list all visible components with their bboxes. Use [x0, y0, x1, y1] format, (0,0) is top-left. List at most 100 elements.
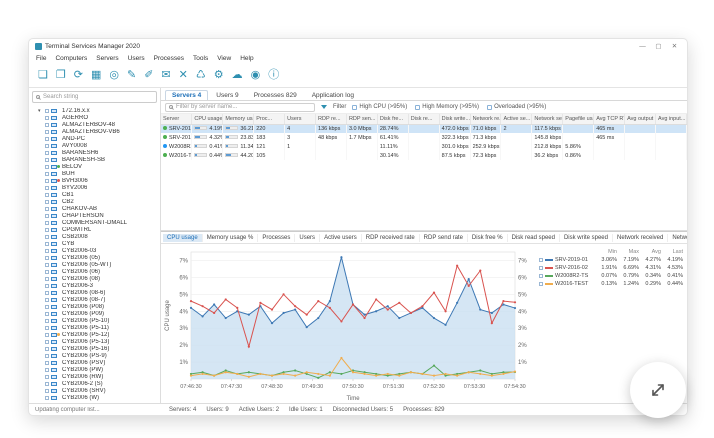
tab[interactable]: Processes 829 [247, 90, 304, 100]
expand-button[interactable] [630, 362, 686, 418]
checkbox-icon[interactable] [45, 269, 49, 274]
tree-item[interactable]: BARANESH6 [38, 149, 160, 156]
server-filter-input[interactable]: Filter by server name... [165, 102, 315, 112]
tab[interactable]: Servers 4 [165, 90, 209, 100]
remote-desktop-icon[interactable]: ▦ [91, 70, 101, 81]
tree-item[interactable]: BUH [38, 170, 160, 177]
checkbox-icon[interactable] [45, 171, 49, 176]
checkbox-icon[interactable] [45, 311, 49, 316]
checkbox-icon[interactable] [45, 332, 49, 337]
column-header[interactable]: Disk write... [439, 114, 471, 125]
checkbox-icon[interactable] [45, 290, 49, 295]
cloud-icon[interactable]: ☁ [232, 70, 243, 81]
legend-checkbox[interactable] [539, 266, 543, 270]
checkbox-icon[interactable] [45, 199, 49, 204]
checkbox-icon[interactable] [45, 395, 49, 400]
tree-item[interactable]: CYB2006 (PS-9) [38, 352, 160, 359]
expander-icon[interactable]: ▾ [38, 108, 43, 114]
menu-item[interactable]: Processes [154, 55, 184, 62]
menu-item[interactable]: Help [240, 55, 253, 62]
tree-item[interactable]: AVY0008 [38, 142, 160, 149]
chart-tab[interactable]: CPU usage [163, 233, 203, 242]
add-computer-icon[interactable]: ❏ [38, 70, 48, 81]
checkbox-icon[interactable] [45, 325, 49, 330]
refresh-icon[interactable]: ⟳ [74, 70, 83, 81]
menu-item[interactable]: Users [128, 55, 145, 62]
tree-item[interactable]: CYB2006 (PSV) [38, 359, 160, 366]
checkbox-icon[interactable] [45, 318, 49, 323]
checkbox-icon[interactable] [45, 164, 49, 169]
tree-item[interactable]: CB1 [38, 191, 160, 198]
tree-item[interactable]: CHAPTERSON [38, 212, 160, 219]
legend-row[interactable]: W2008R2-TS 0.07% 0.79% 0.34% 0.41% [539, 272, 683, 280]
tree-item[interactable]: CYB2006 (06) [38, 268, 160, 275]
chart-tab[interactable]: Network received [613, 233, 669, 242]
tab[interactable]: Application log [305, 90, 361, 100]
tree-item[interactable]: CYB2006 (P5-12) [38, 331, 160, 338]
checkbox-icon[interactable] [45, 136, 49, 141]
checkbox-icon[interactable] [45, 367, 49, 372]
tree-item[interactable]: CYB2006 (P5-16) [38, 345, 160, 352]
tab[interactable]: Users 9 [209, 90, 245, 100]
checkbox-icon[interactable] [45, 108, 49, 113]
legend-row[interactable]: SRV-2019-01 3.06% 7.19% 4.27% 4.19% [539, 256, 683, 264]
tree-item[interactable]: BELOV [38, 163, 160, 170]
chart-tab[interactable]: Active users [320, 233, 362, 242]
tree-item[interactable]: CYB2006 (08-7) [38, 296, 160, 303]
tree-item[interactable]: CYB2006 (P5-10) [38, 317, 160, 324]
checkbox-icon[interactable] [45, 360, 49, 365]
column-header[interactable]: Pagefile usage... [562, 114, 595, 125]
tree-item[interactable]: CYB2006 (08-6) [38, 289, 160, 296]
tree-item[interactable]: CYB2006 (PW) [38, 366, 160, 373]
filter-checkbox[interactable]: High Memory (>95%) [415, 104, 479, 110]
checkbox-icon[interactable] [45, 297, 49, 302]
checkbox-icon[interactable] [45, 206, 49, 211]
shadow-session-icon[interactable]: ◎ [109, 70, 119, 81]
checkbox-icon[interactable] [45, 192, 49, 197]
tree-item[interactable]: CHAKOV-AB [38, 205, 160, 212]
tree-item[interactable]: CYB2006-2 (S) [38, 380, 160, 387]
checkbox-icon[interactable] [45, 353, 49, 358]
search-input[interactable]: Search string [32, 91, 157, 103]
legend-row[interactable]: SRV-2016-02 1.91% 6.69% 4.31% 4.53% [539, 264, 683, 272]
checkbox-icon[interactable] [45, 388, 49, 393]
tree-item[interactable]: CYB2006-03 [38, 247, 160, 254]
checkbox-icon[interactable] [45, 220, 49, 225]
column-header[interactable]: Avg output FPS [624, 114, 656, 125]
checkbox-icon[interactable] [45, 157, 49, 162]
chart-tab[interactable]: Disk write speed [560, 233, 613, 242]
column-header[interactable]: RDP sen... [346, 114, 378, 125]
column-header[interactable]: Network re... [470, 114, 502, 125]
tree-item[interactable]: CYB2006 (P5-13) [38, 338, 160, 345]
checkbox-icon[interactable] [45, 150, 49, 155]
menu-item[interactable]: Tools [193, 55, 208, 62]
checkbox-icon[interactable] [45, 115, 49, 120]
tree-item[interactable]: AND-PC [38, 135, 160, 142]
checkbox-icon[interactable] [45, 276, 49, 281]
checkbox-icon[interactable] [45, 374, 49, 379]
checkbox-icon[interactable] [45, 241, 49, 246]
column-header[interactable]: RDP re... [315, 114, 347, 125]
column-header[interactable]: Memory usage... [222, 114, 255, 125]
tree-item[interactable]: CYB2006 (05-WT) [38, 261, 160, 268]
column-header[interactable]: Disk re... [408, 114, 440, 125]
filter-checkbox[interactable]: Overloaded (>95%) [487, 104, 546, 110]
tree-item[interactable]: CYB [38, 240, 160, 247]
tree-item[interactable]: CYB2006 (05) [38, 254, 160, 261]
column-header[interactable]: Proc... [253, 114, 286, 125]
checkbox-icon[interactable] [45, 213, 49, 218]
legend-row[interactable]: W2016-TEST 0.13% 1.24% 0.29% 0.44% [539, 280, 683, 288]
tree-item[interactable]: CYB2006 (08) [38, 275, 160, 282]
column-header[interactable]: Users [284, 114, 317, 125]
remote-exec-icon[interactable]: ✐ [144, 70, 153, 81]
filter-label[interactable]: Filter [333, 104, 346, 110]
column-header[interactable]: Server [161, 114, 193, 125]
tree-item[interactable]: CYB2006 (P5-11) [38, 324, 160, 331]
column-header[interactable]: Network sent [531, 114, 564, 125]
edit-icon[interactable]: ✎ [127, 70, 136, 81]
minimize-button[interactable]: — [636, 43, 649, 50]
tree-item[interactable]: BVH3006 [38, 177, 160, 184]
legend-checkbox[interactable] [539, 274, 543, 278]
tree-item[interactable]: ALMAZTERBOV-VB6 [38, 128, 160, 135]
table-row[interactable]: W2008R2-TS 0.41% 11.34% 121 1 11.11% 301… [161, 142, 687, 151]
